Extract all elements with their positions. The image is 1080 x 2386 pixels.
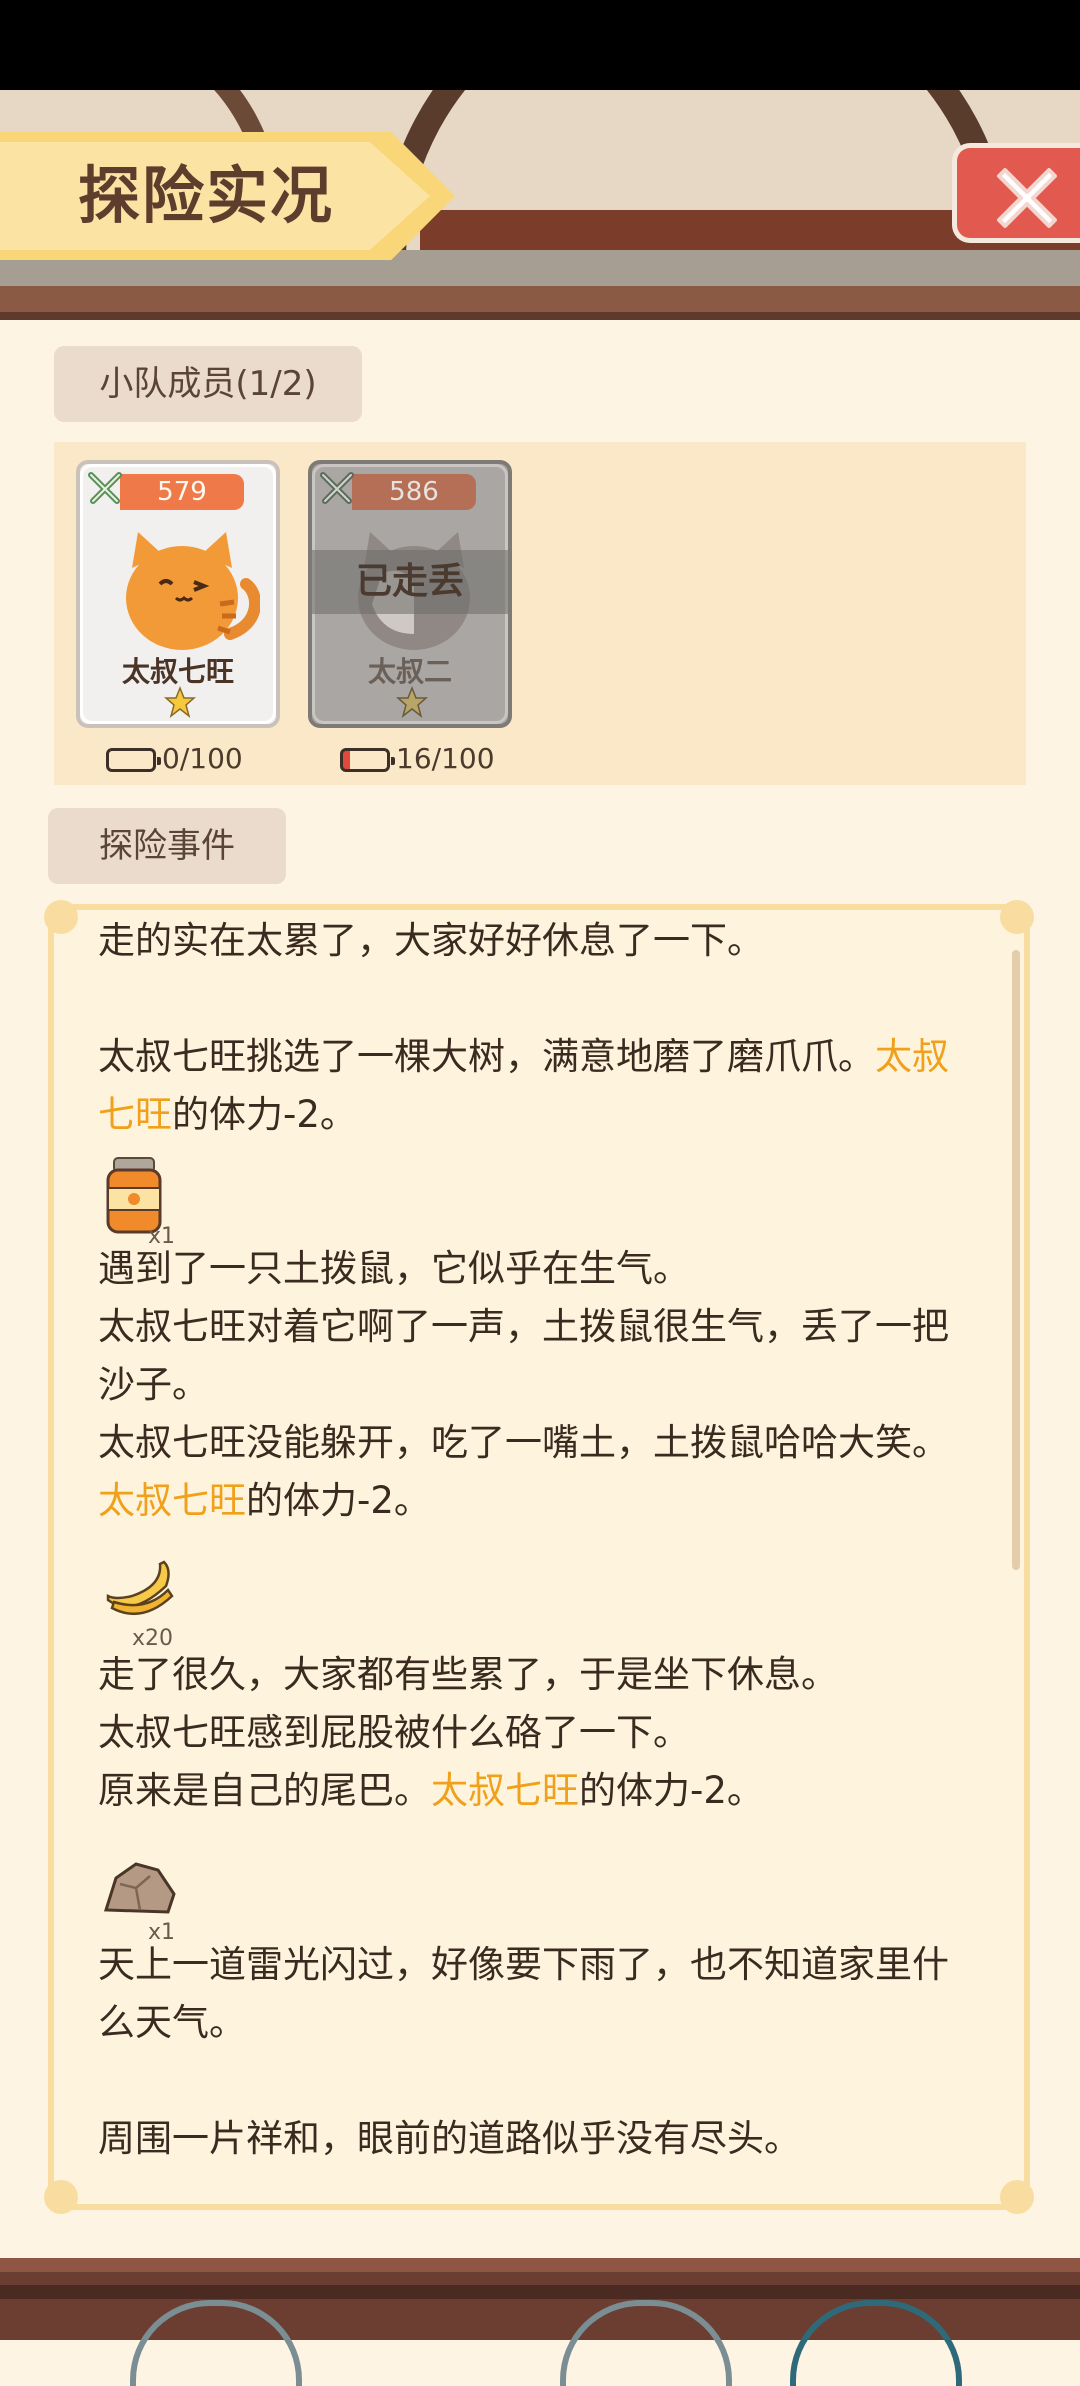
reward-item[interactable]: x20 bbox=[98, 1550, 218, 1651]
battery-icon bbox=[340, 748, 395, 772]
star-icon bbox=[396, 686, 428, 718]
member-card[interactable]: 579 太叔七旺 bbox=[76, 460, 280, 728]
crossed-swords-icon bbox=[88, 472, 122, 504]
cat-portrait bbox=[126, 532, 260, 650]
event-text: 周围一片祥和，眼前的道路似乎没有尽头。 bbox=[98, 2117, 801, 2160]
lost-status-banner: 已走丢 bbox=[312, 550, 508, 614]
power-value: 579 bbox=[120, 474, 244, 510]
reward-item[interactable]: x1 bbox=[98, 1144, 218, 1249]
event-text: 走了很久，大家都有些累了，于是坐下休息。 bbox=[98, 1653, 838, 1696]
events-scrollbar[interactable] bbox=[1012, 950, 1020, 1570]
member-stamina: 0/100 bbox=[106, 742, 243, 776]
event-text: 遇到了一只土拨鼠，它似乎在生气。 bbox=[98, 1247, 690, 1290]
highlight-name: 太叔七旺 bbox=[431, 1769, 579, 1812]
event-text: 太叔七旺没能躲开，吃了一嘴土，土拨鼠哈哈大笑。太叔七旺的体力-2。 bbox=[98, 1421, 949, 1522]
team-section-label: 小队成员(1/2) bbox=[54, 346, 362, 422]
event-text: 天上一道雷光闪过，好像要下雨了，也不知道家里什么天气。 bbox=[98, 1943, 949, 2044]
events-section-label: 探险事件 bbox=[48, 808, 286, 884]
close-button[interactable] bbox=[952, 143, 1080, 243]
item-count: x1 bbox=[148, 1224, 176, 1249]
event-text: 太叔七旺对着它啊了一声，土拨鼠很生气，丢了一把沙子。 bbox=[98, 1305, 949, 1406]
member-name: 太叔二 bbox=[367, 655, 452, 688]
event-text: 走的实在太累了，大家好好休息了一下。 bbox=[98, 919, 764, 962]
page-title: 探险实况 bbox=[78, 159, 335, 232]
crossed-swords-icon bbox=[320, 472, 354, 504]
events-log: 走的实在太累了，大家好好休息了一下。 太叔七旺挑选了一棵大树，满意地磨了磨爪爪。… bbox=[98, 912, 978, 2168]
highlight-name: 太叔七旺 bbox=[98, 1479, 246, 1522]
status-bar bbox=[0, 0, 1080, 90]
item-count: x20 bbox=[132, 1626, 174, 1651]
reward-item[interactable]: x1 bbox=[98, 1840, 218, 1945]
member-card[interactable]: 586 已走丢 太叔二 bbox=[308, 460, 512, 728]
close-icon bbox=[997, 168, 1057, 228]
power-value: 586 bbox=[352, 474, 476, 510]
event-text: 原来是自己的尾巴。太叔七旺的体力-2。 bbox=[98, 1769, 764, 1812]
battery-icon bbox=[106, 748, 161, 772]
event-text: 太叔七旺挑选了一棵大树，满意地磨了磨爪爪。太叔七旺的体力-2。 bbox=[98, 1035, 949, 1136]
item-count: x1 bbox=[148, 1920, 176, 1945]
member-name: 太叔七旺 bbox=[121, 655, 234, 688]
member-stamina: 16/100 bbox=[340, 742, 495, 776]
star-icon bbox=[164, 686, 196, 718]
event-text: 太叔七旺感到屁股被什么硌了一下。 bbox=[98, 1711, 690, 1754]
